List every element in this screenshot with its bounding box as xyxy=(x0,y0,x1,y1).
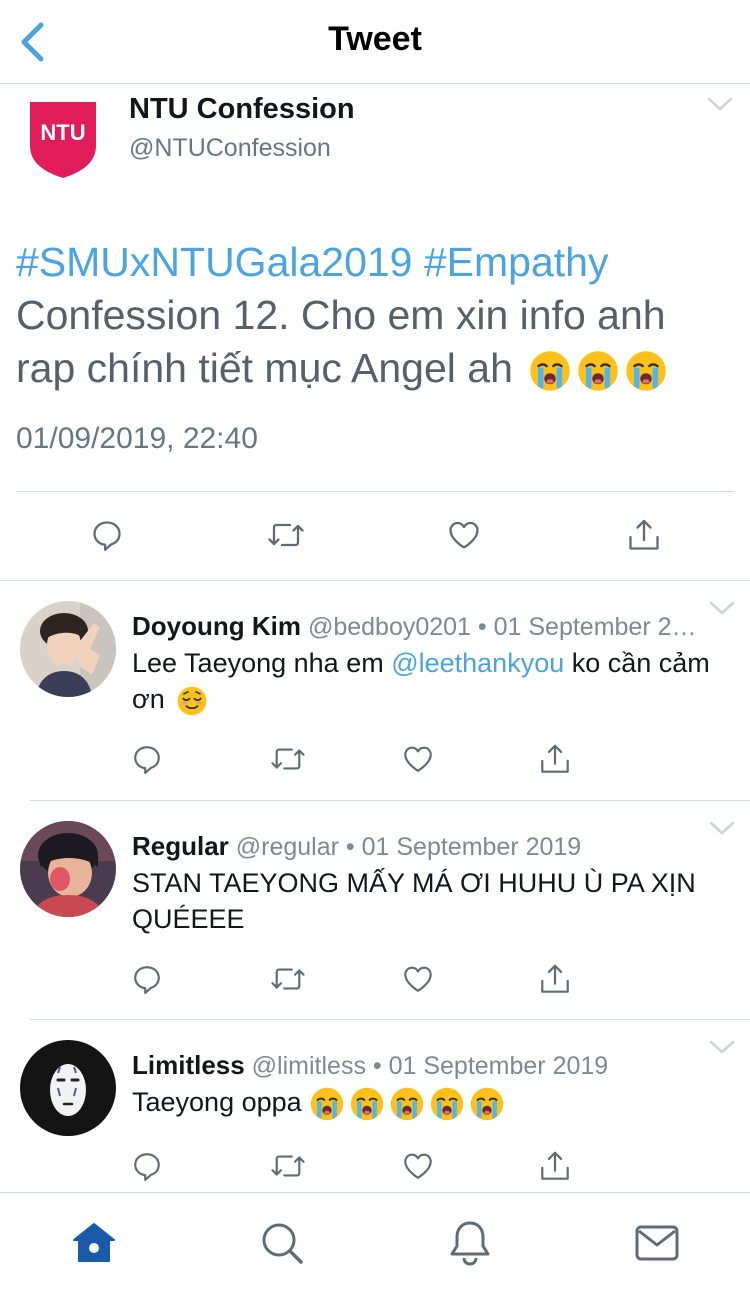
reply-menu-button[interactable] xyxy=(708,1038,736,1056)
reply-header: Limitless @limitless • 01 September 2019 xyxy=(132,1050,712,1081)
reply-menu-button[interactable] xyxy=(708,599,736,617)
crying-emoji-icon xyxy=(389,1086,425,1122)
share-icon xyxy=(539,963,571,995)
share-button[interactable] xyxy=(535,1146,575,1186)
home-icon xyxy=(73,1223,115,1262)
hashtags[interactable]: #SMUxNTUGala2019 #Empathy xyxy=(16,239,608,285)
chevron-down-icon xyxy=(708,599,736,617)
reply-button[interactable] xyxy=(127,1146,167,1186)
reply-author-name[interactable]: Doyoung Kim xyxy=(132,611,301,641)
crying-emoji-icon xyxy=(469,1086,505,1122)
svg-text:NTU: NTU xyxy=(40,120,85,145)
avatar[interactable] xyxy=(20,821,116,917)
search-icon xyxy=(262,1223,303,1264)
avatar[interactable] xyxy=(20,1040,116,1136)
share-icon xyxy=(539,743,571,775)
reply-author-name[interactable]: Limitless xyxy=(132,1050,245,1080)
reply-meta: @limitless • 01 September 2019 xyxy=(251,1052,609,1080)
reply-icon xyxy=(131,963,163,995)
share-icon xyxy=(539,1150,571,1182)
heart-icon xyxy=(402,963,434,995)
reply-icon xyxy=(90,518,124,552)
reply-text: Lee Taeyong nha em @leethankyou ko cần c… xyxy=(132,645,712,717)
reply-icon xyxy=(131,1150,163,1182)
reply-text: Taeyong oppa xyxy=(132,1084,712,1122)
reply-tweet[interactable]: Limitless @limitless • 01 September 2019… xyxy=(0,1020,750,1192)
nav-bar: Tweet xyxy=(0,0,750,84)
heart-icon xyxy=(402,743,434,775)
crying-emoji-icon xyxy=(309,1086,345,1122)
bell-icon xyxy=(450,1221,490,1266)
reply-header: Doyoung Kim @bedboy0201 • 01 September 2… xyxy=(132,611,712,642)
mail-icon xyxy=(635,1225,679,1261)
like-button[interactable] xyxy=(398,959,438,999)
like-button[interactable] xyxy=(398,739,438,779)
retweet-icon xyxy=(267,518,305,552)
crying-emoji-icon xyxy=(528,349,572,393)
crying-emoji-icon xyxy=(576,349,620,393)
tweet-menu-button[interactable] xyxy=(706,95,734,113)
reply-button[interactable] xyxy=(127,959,167,999)
page-title: Tweet xyxy=(328,20,422,58)
author-handle[interactable]: @NTUConfession xyxy=(129,134,331,163)
tab-messages[interactable] xyxy=(633,1219,681,1267)
reply-meta: @regular • 01 September 2019 xyxy=(235,833,582,861)
retweet-icon xyxy=(270,743,306,775)
heart-icon xyxy=(402,1150,434,1182)
reply-text-part: Lee Taeyong nha em xyxy=(132,648,392,678)
chevron-down-icon xyxy=(708,1038,736,1056)
reply-tweet[interactable]: Regular @regular • 01 September 2019 STA… xyxy=(0,801,750,1019)
reply-button[interactable] xyxy=(87,515,127,555)
reply-meta: @bedboy0201 • 01 September 2… xyxy=(307,613,697,641)
crying-emoji-icon xyxy=(429,1086,465,1122)
crying-emoji-icon xyxy=(624,349,668,393)
tab-search[interactable] xyxy=(258,1219,306,1267)
retweet-button[interactable] xyxy=(266,1146,310,1186)
retweet-icon xyxy=(270,963,306,995)
reply-button[interactable] xyxy=(127,739,167,779)
share-icon xyxy=(627,518,661,552)
avatar[interactable] xyxy=(20,601,116,697)
tab-home[interactable] xyxy=(70,1219,118,1267)
retweet-icon xyxy=(270,1150,306,1182)
reply-tweet[interactable]: Doyoung Kim @bedboy0201 • 01 September 2… xyxy=(0,581,750,800)
retweet-button[interactable] xyxy=(266,739,310,779)
reply-text-part: Taeyong oppa xyxy=(132,1087,302,1117)
reply-menu-button[interactable] xyxy=(708,819,736,837)
like-button[interactable] xyxy=(444,515,484,555)
ntu-logo-avatar[interactable]: NTU xyxy=(30,102,96,178)
tab-bar xyxy=(0,1192,750,1289)
heart-icon xyxy=(447,518,481,552)
author-name[interactable]: NTU Confession xyxy=(129,93,355,126)
share-button[interactable] xyxy=(624,515,664,555)
crying-emoji-icon xyxy=(349,1086,385,1122)
share-button[interactable] xyxy=(535,959,575,999)
divider xyxy=(16,491,734,492)
tweet-text: #SMUxNTUGala2019 #Empathy Confession 12. … xyxy=(16,236,726,395)
retweet-button[interactable] xyxy=(266,959,310,999)
reply-text: STAN TAEYONG MẤY MÁ ƠI HUHU Ù PA XỊN QUÉ… xyxy=(132,868,696,934)
like-button[interactable] xyxy=(398,1146,438,1186)
tweet-timestamp: 01/09/2019, 22:40 xyxy=(16,422,258,455)
chevron-down-icon xyxy=(706,95,734,113)
retweet-button[interactable] xyxy=(264,515,308,555)
reply-author-name[interactable]: Regular xyxy=(132,831,229,861)
tab-notifications[interactable] xyxy=(446,1219,494,1267)
share-button[interactable] xyxy=(535,739,575,779)
mention-link[interactable]: @leethankyou xyxy=(391,648,564,678)
reply-header: Regular @regular • 01 September 2019 xyxy=(132,831,712,862)
chevron-down-icon xyxy=(708,819,736,837)
relieved-emoji-icon xyxy=(176,685,208,717)
reply-icon xyxy=(131,743,163,775)
